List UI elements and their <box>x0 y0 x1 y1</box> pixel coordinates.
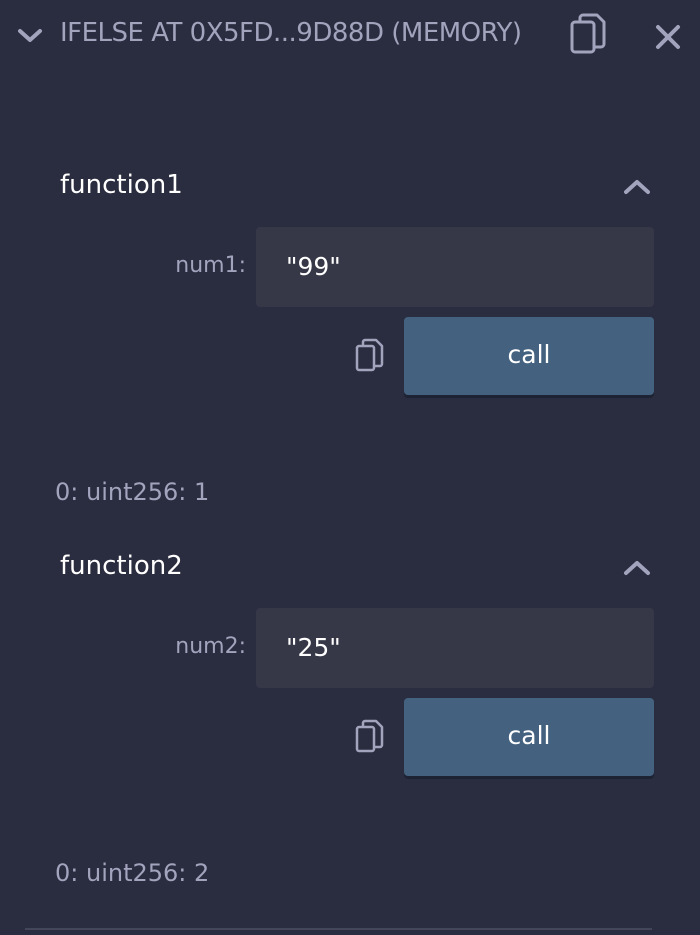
param-label: num1: <box>175 253 246 278</box>
copy-icon[interactable] <box>568 13 608 59</box>
function-name: function1 <box>60 170 183 200</box>
chevron-up-icon[interactable] <box>622 176 652 196</box>
chevron-up-icon[interactable] <box>622 557 652 577</box>
close-icon[interactable] <box>653 22 683 52</box>
call-button[interactable]: call <box>404 698 654 776</box>
num1-input[interactable]: "99" <box>256 227 654 307</box>
copy-calldata-icon[interactable] <box>354 719 386 755</box>
param-label: num2: <box>175 634 246 659</box>
num2-input[interactable]: "25" <box>256 608 654 688</box>
chevron-down-icon[interactable] <box>16 24 44 48</box>
divider <box>25 928 652 930</box>
function-name: function2 <box>60 551 183 581</box>
call-button[interactable]: call <box>404 317 654 395</box>
contract-title: IFELSE AT 0X5FD...9D88D (MEMORY) <box>60 18 522 48</box>
function-result: 0: uint256: 2 <box>55 859 210 887</box>
copy-calldata-icon[interactable] <box>354 338 386 374</box>
contract-header: IFELSE AT 0X5FD...9D88D (MEMORY) <box>0 0 700 75</box>
function-result: 0: uint256: 1 <box>55 478 210 506</box>
